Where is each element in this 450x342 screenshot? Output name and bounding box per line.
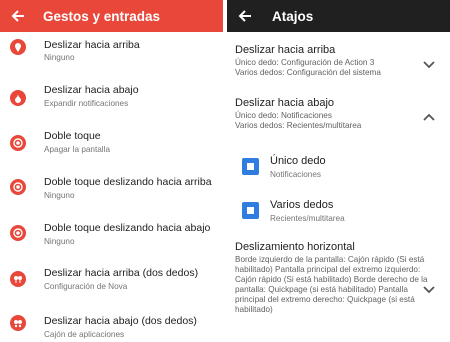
chevron-down-icon[interactable] <box>423 61 435 69</box>
section-title: Deslizar hacia abajo <box>235 97 335 109</box>
option-subtitle: Notificaciones <box>270 170 321 179</box>
section-swipe-up[interactable]: Deslizar hacia arriba Único dedo: Config… <box>235 44 445 78</box>
option-single-finger[interactable]: Único dedo Notificaciones <box>235 155 435 193</box>
item-title: Doble toque deslizando hacia arriba <box>44 176 212 188</box>
list-item[interactable]: Doble toque Apagar la pantalla <box>0 120 223 166</box>
double-tap-icon <box>10 225 26 241</box>
back-arrow-icon[interactable] <box>11 9 25 23</box>
chevron-up-icon[interactable] <box>423 113 435 121</box>
touch-down-icon <box>10 90 26 106</box>
item-subtitle: Apagar la pantalla <box>44 145 111 154</box>
option-title: Varios dedos <box>270 199 334 211</box>
gestures-screen: Gestos y entradas Deslizar hacia arriba … <box>0 0 223 342</box>
list-item[interactable]: Doble toque deslizando hacia abajo Ningu… <box>0 210 223 256</box>
item-subtitle: Ninguno <box>44 191 75 200</box>
section-line: Único dedo: Notificaciones <box>235 111 332 120</box>
page-title: Atajos <box>272 8 314 24</box>
item-subtitle: Expandir notificaciones <box>44 99 129 108</box>
list-item[interactable]: Deslizar hacia abajo Expandir notificaci… <box>0 75 223 121</box>
app-bar: Gestos y entradas <box>0 0 223 32</box>
item-subtitle: Configuración de Nova <box>44 282 128 291</box>
item-title: Deslizar hacia arriba <box>44 39 140 51</box>
section-title: Deslizamiento horizontal <box>235 241 355 253</box>
location-pin-icon <box>10 39 26 55</box>
app-bar: Atajos <box>227 0 450 32</box>
item-title: Doble toque deslizando hacia abajo <box>44 222 211 234</box>
option-icon <box>242 202 259 219</box>
item-subtitle: Cajón de aplicaciones <box>44 330 125 339</box>
section-swipe-down[interactable]: Deslizar hacia abajo Único dedo: Notific… <box>235 97 445 131</box>
double-tap-icon <box>10 179 26 195</box>
chevron-down-icon[interactable] <box>423 286 435 294</box>
item-subtitle: Ninguno <box>44 53 75 62</box>
list-item[interactable]: Deslizar hacia abajo (dos dedos) Cajón d… <box>0 300 223 342</box>
option-multi-finger[interactable]: Varios dedos Recientes/multitarea <box>235 199 435 237</box>
back-arrow-icon[interactable] <box>238 9 252 23</box>
list-item[interactable]: Doble toque deslizando hacia arriba Ning… <box>0 164 223 210</box>
list-item[interactable]: Deslizar hacia arriba (dos dedos) Config… <box>0 256 223 302</box>
section-line: Varios dedos: Recientes/multitarea <box>235 121 362 130</box>
option-subtitle: Recientes/multitarea <box>270 214 345 223</box>
item-subtitle: Ninguno <box>44 237 75 246</box>
item-title: Deslizar hacia abajo (dos dedos) <box>44 315 197 327</box>
section-line: Único dedo: Configuración de Action 3 <box>235 58 375 67</box>
two-finger-icon <box>10 271 26 287</box>
list-item[interactable]: Deslizar hacia arriba Ninguno <box>0 32 223 66</box>
option-title: Único dedo <box>270 155 326 167</box>
page-title: Gestos y entradas <box>43 8 161 24</box>
section-title: Deslizar hacia arriba <box>235 44 336 56</box>
section-line: Varios dedos: Configuración del sistema <box>235 68 381 77</box>
double-tap-icon <box>10 135 26 151</box>
section-horizontal-swipe[interactable]: Deslizamiento horizontal Borde izquierdo… <box>235 241 430 315</box>
item-title: Deslizar hacia abajo <box>44 84 139 96</box>
option-icon <box>242 158 259 175</box>
two-finger-icon <box>10 315 26 331</box>
item-title: Deslizar hacia arriba (dos dedos) <box>44 267 199 279</box>
item-title: Doble toque <box>44 130 101 142</box>
shortcuts-screen: Atajos Deslizar hacia arriba Único dedo:… <box>227 0 450 342</box>
section-description: Borde izquierdo de la pantalla: Cajón rá… <box>235 255 428 314</box>
